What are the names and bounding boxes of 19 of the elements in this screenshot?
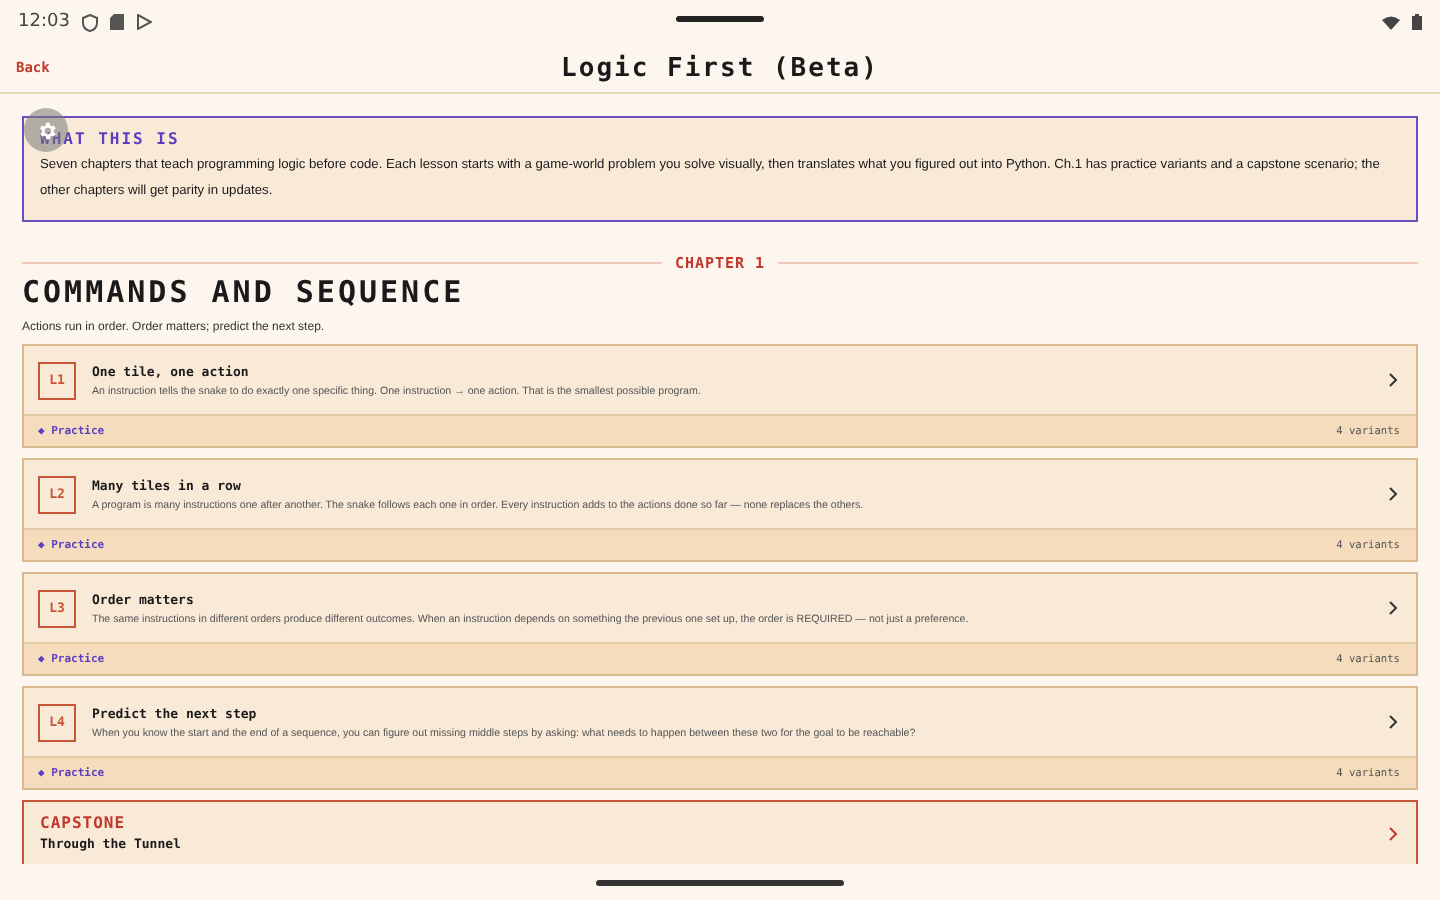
lesson-card[interactable] [22,572,1418,676]
home-indicator[interactable] [596,879,844,885]
sd-card-icon [109,14,124,30]
wifi-icon [1382,15,1400,29]
chapter-title: COMMANDS AND SEQUENCE [22,274,467,310]
camera-notch [676,16,764,22]
chevron-right-icon [1386,486,1400,502]
chevron-right-icon [1386,714,1400,730]
play-icon [135,14,152,30]
battery-icon [1412,14,1422,30]
capstone-label: CAPSTONE [40,814,128,832]
page-title: Logic First (Beta) [561,53,879,83]
chevron-right-icon [1386,600,1400,616]
shield-icon [81,13,98,31]
lesson-card[interactable] [22,458,1418,562]
lesson-card[interactable] [22,686,1418,790]
chevron-right-icon [1386,372,1400,388]
chevron-right-icon [1386,825,1400,841]
status-time: 12:03 [18,12,70,32]
